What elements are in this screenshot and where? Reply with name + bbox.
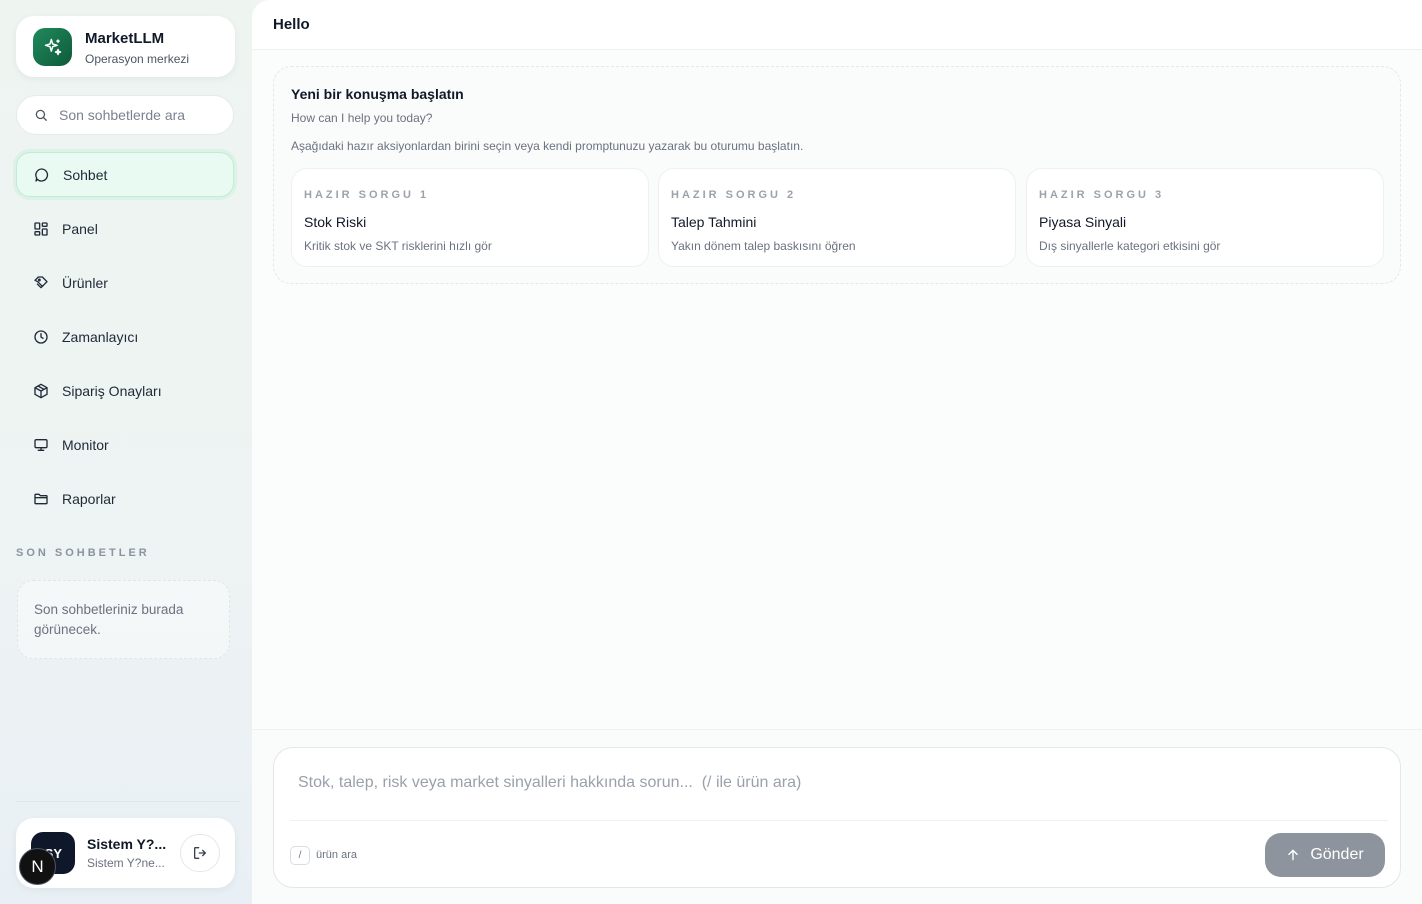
- card-kicker: HAZIR SORGU 3: [1039, 189, 1165, 201]
- card-kicker: HAZIR SORGU 2: [671, 189, 797, 201]
- quick-query-card[interactable]: HAZIR SORGU 1 Stok Riski Kritik stok ve …: [291, 168, 649, 267]
- sidebar-item-urunler[interactable]: Ürünler: [16, 260, 234, 305]
- dev-tools-badge[interactable]: N: [19, 848, 56, 885]
- card-title: Stok Riski: [304, 214, 367, 230]
- sidebar-item-panel[interactable]: Panel: [16, 206, 234, 251]
- main-content: Hello Yeni bir konuşma başlatın How can …: [252, 0, 1422, 904]
- card-description: Kritik stok ve SKT risklerini hızlı gör: [304, 239, 492, 253]
- composer-zone: / ürün ara Gönder: [252, 729, 1422, 904]
- grid-icon: [34, 221, 48, 236]
- topbar: Hello: [252, 0, 1422, 50]
- card-kicker: HAZIR SORGU 1: [304, 189, 430, 201]
- logout-icon: [194, 847, 206, 859]
- sidebar-item-sohbet[interactable]: Sohbet: [16, 152, 234, 197]
- welcome-description: Aşağıdaki hazır aksiyonlardan birini seç…: [291, 139, 804, 153]
- sidebar-item-label: Sipariş Onayları: [62, 382, 162, 399]
- monitor-icon: [34, 438, 48, 451]
- chat-icon: [35, 167, 49, 182]
- sidebar-item-label: Zamanlayıcı: [62, 328, 139, 345]
- welcome-panel: Yeni bir konuşma başlatın How can I help…: [273, 66, 1401, 284]
- sidebar-item-label: Ürünler: [62, 274, 108, 291]
- folder-icon: [34, 493, 48, 504]
- send-button[interactable]: Gönder: [1265, 833, 1385, 877]
- slash-shortcut-hint: ürün ara: [316, 849, 357, 861]
- brand-subtitle: Operasyon merkezi: [85, 52, 190, 66]
- welcome-subtitle: How can I help you today?: [291, 111, 433, 125]
- tag-icon: [34, 275, 48, 288]
- brand-card[interactable]: MarketLLM Operasyon merkezi: [16, 16, 235, 77]
- recent-chats-title: SON SOHBETLER: [16, 547, 150, 559]
- sidebar-item-label: Panel: [62, 220, 98, 237]
- sidebar-item-label: Raporlar: [62, 490, 116, 507]
- search-icon: [35, 109, 47, 121]
- card-description: Dış sinyallerle kategori etkisini gör: [1039, 239, 1221, 253]
- brand-name: MarketLLM: [85, 30, 165, 47]
- quick-query-card[interactable]: HAZIR SORGU 2 Talep Tahmini Yakın dönem …: [658, 168, 1016, 267]
- sidebar-item-zamanlayici[interactable]: Zamanlayıcı: [16, 314, 234, 359]
- sidebar-item-label: Sohbet: [63, 166, 108, 183]
- card-description: Yakın dönem talep baskısını öğren: [671, 239, 856, 253]
- slash-shortcut-key: /: [290, 846, 310, 865]
- message-input[interactable]: [298, 768, 1378, 798]
- sidebar-item-siparis-onaylari[interactable]: Sipariş Onayları: [16, 368, 234, 413]
- user-subtitle: Sistem Y?ne...: [87, 856, 165, 870]
- sidebar-item-raporlar[interactable]: Raporlar: [16, 476, 234, 521]
- card-title: Talep Tahmini: [671, 214, 757, 230]
- search-input[interactable]: [59, 107, 219, 123]
- card-title: Piyasa Sinyali: [1039, 214, 1127, 230]
- composer: / ürün ara Gönder: [273, 747, 1401, 888]
- sidebar-search[interactable]: [16, 95, 234, 135]
- sidebar-item-label: Monitor: [62, 436, 109, 453]
- clock-icon: [34, 329, 48, 344]
- sparkles-icon: [33, 28, 72, 66]
- recent-chats-empty: Son sohbetleriniz burada görünecek.: [17, 580, 230, 659]
- package-icon: [34, 383, 48, 398]
- sidebar-item-monitor[interactable]: Monitor: [16, 422, 234, 467]
- quick-query-card[interactable]: HAZIR SORGU 3 Piyasa Sinyali Dış sinyall…: [1026, 168, 1384, 267]
- sidebar-divider: [16, 801, 240, 802]
- welcome-title: Yeni bir konuşma başlatın: [291, 86, 464, 102]
- composer-divider: [290, 820, 1388, 821]
- sidebar: MarketLLM Operasyon merkezi Sohbet Panel…: [0, 0, 252, 904]
- send-button-label: Gönder: [1310, 846, 1364, 863]
- arrow-up-icon: [1288, 849, 1299, 861]
- user-name: Sistem Y?...: [87, 836, 167, 852]
- page-title: Hello: [273, 16, 310, 33]
- logout-button[interactable]: [180, 834, 220, 872]
